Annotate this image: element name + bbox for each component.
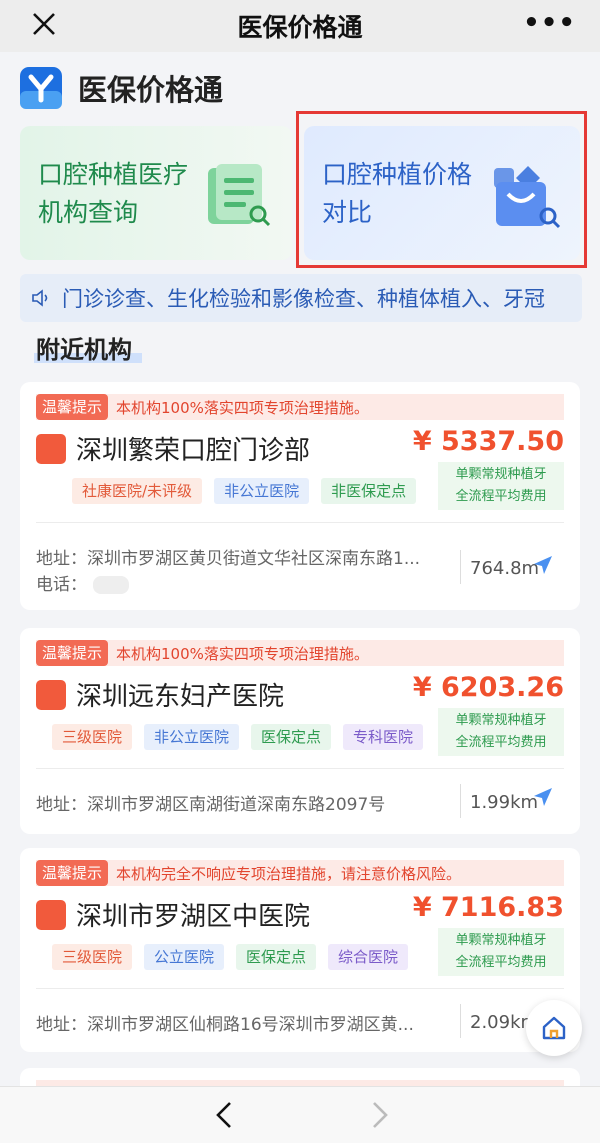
card-label: 口腔种植医疗机构查询 bbox=[38, 160, 189, 227]
building-icon bbox=[36, 434, 66, 464]
top-bar: 医保价格通 ••• bbox=[0, 0, 600, 52]
divider-vertical bbox=[460, 784, 461, 818]
tag: 公立医院 bbox=[144, 944, 225, 970]
phone-label: 电话： bbox=[36, 575, 87, 595]
brand-name: 医保价格通 bbox=[78, 73, 224, 107]
tag: 综合医院 bbox=[328, 944, 409, 970]
price: ¥ 7116.83 bbox=[412, 892, 564, 923]
divider-vertical bbox=[460, 550, 461, 584]
tag: 医保定点 bbox=[236, 944, 317, 970]
tag: 非公立医院 bbox=[144, 724, 240, 750]
home-icon bbox=[542, 1016, 566, 1040]
institution-card[interactable]: 温馨提示 本机构100%落实四项专项治理措施。 深圳远东妇产医院 ¥ 6203.… bbox=[20, 628, 580, 834]
price-note: 单颗常规种植牙 全流程平均费用 bbox=[438, 928, 564, 976]
tip-text: 本机构100%落实四项专项治理措施。 bbox=[116, 398, 369, 417]
tip-badge: 温馨提示 bbox=[36, 640, 109, 666]
section-title-text: 附近机构 bbox=[36, 336, 132, 364]
price-note-line: 全流程平均费用 bbox=[455, 955, 547, 970]
divider bbox=[36, 522, 564, 523]
institution-name: 深圳繁荣口腔门诊部 bbox=[76, 436, 311, 466]
highlight-box bbox=[296, 111, 587, 268]
bottom-nav-bar bbox=[0, 1086, 600, 1143]
tip-text: 本机构完全不响应专项治理措施，请注意价格风险。 bbox=[116, 864, 462, 883]
app-logo-icon bbox=[20, 67, 62, 109]
phone-redacted bbox=[93, 576, 129, 594]
section-title: 附近机构 bbox=[34, 330, 142, 365]
price-note-line: 全流程平均费用 bbox=[455, 489, 547, 504]
navigate-icon[interactable] bbox=[532, 554, 554, 576]
more-menu-icon[interactable]: ••• bbox=[523, 8, 576, 38]
tip-badge: 温馨提示 bbox=[36, 860, 109, 886]
price-note: 单颗常规种植牙 全流程平均费用 bbox=[438, 462, 564, 510]
institution-card[interactable]: 温馨提示 本机构100%落实四项专项治理措施。 深圳繁荣口腔门诊部 ¥ 5337… bbox=[20, 382, 580, 610]
tag-list: 社康医院/未评级 非公立医院 非医保定点 bbox=[72, 478, 428, 504]
tag: 社康医院/未评级 bbox=[72, 478, 203, 504]
close-icon[interactable] bbox=[28, 8, 60, 40]
price: ¥ 5337.50 bbox=[412, 426, 564, 457]
divider bbox=[36, 768, 564, 769]
price-note-line: 全流程平均费用 bbox=[455, 735, 547, 750]
navigate-icon[interactable] bbox=[532, 786, 554, 808]
forward-arrow-icon[interactable] bbox=[364, 1099, 394, 1131]
tag: 三级医院 bbox=[52, 724, 133, 750]
brand-header: 医保价格通 bbox=[20, 64, 223, 112]
institution-name: 深圳远东妇产医院 bbox=[76, 682, 285, 712]
address: 地址：深圳市罗湖区仙桐路16号深圳市罗湖区黄... bbox=[36, 1015, 414, 1035]
tip-bar: 温馨提示 本机构100%落实四项专项治理措施。 bbox=[36, 640, 564, 666]
price-note-line: 单颗常规种植牙 bbox=[455, 713, 547, 728]
price-note: 单颗常规种植牙 全流程平均费用 bbox=[438, 708, 564, 756]
back-arrow-icon[interactable] bbox=[210, 1099, 240, 1131]
price-note-line: 单颗常规种植牙 bbox=[455, 933, 547, 948]
tag: 专科医院 bbox=[343, 724, 424, 750]
tip-bar: 温馨提示 本机构完全不响应专项治理措施，请注意价格风险。 bbox=[36, 860, 564, 886]
phone-row: 电话： bbox=[36, 570, 129, 595]
address: 地址：深圳市罗湖区黄贝街道文华社区深南东路1... bbox=[36, 549, 421, 569]
institution-name: 深圳市罗湖区中医院 bbox=[76, 902, 311, 932]
notice-banner[interactable]: 门诊诊查、生化检验和影像检查、种植体植入、牙冠 bbox=[20, 274, 582, 322]
distance: 764.8m bbox=[470, 558, 540, 579]
tag: 三级医院 bbox=[52, 944, 133, 970]
tag: 医保定点 bbox=[251, 724, 332, 750]
address: 地址：深圳市罗湖区南湖街道深南东路2097号 bbox=[36, 795, 386, 815]
price: ¥ 6203.26 bbox=[412, 672, 564, 703]
tag: 非公立医院 bbox=[214, 478, 310, 504]
tip-bar: 温馨提示 本机构100%落实四项专项治理措施。 bbox=[36, 394, 564, 420]
notice-text: 门诊诊查、生化检验和影像检查、种植体植入、牙冠 bbox=[62, 287, 545, 311]
tag-list: 三级医院 公立医院 医保定点 综合医院 bbox=[52, 944, 420, 970]
tip-badge: 温馨提示 bbox=[36, 394, 109, 420]
building-icon bbox=[36, 900, 66, 930]
home-button[interactable] bbox=[526, 1000, 582, 1056]
price-note-line: 单颗常规种植牙 bbox=[455, 467, 547, 482]
tip-text: 本机构100%落实四项专项治理措施。 bbox=[116, 644, 369, 663]
tag: 非医保定点 bbox=[321, 478, 417, 504]
institution-search-card[interactable]: 口腔种植医疗机构查询 bbox=[20, 126, 292, 260]
tag-list: 三级医院 非公立医院 医保定点 专科医院 bbox=[52, 724, 435, 750]
building-icon bbox=[36, 680, 66, 710]
document-search-icon bbox=[208, 164, 271, 227]
speaker-icon bbox=[32, 289, 48, 307]
divider bbox=[36, 988, 564, 989]
institution-card[interactable]: 温馨提示 本机构完全不响应专项治理措施，请注意价格风险。 深圳市罗湖区中医院 ¥… bbox=[20, 848, 580, 1052]
distance: 1.99km bbox=[470, 792, 539, 813]
divider-vertical bbox=[460, 1004, 461, 1038]
page-title: 医保价格通 bbox=[237, 13, 363, 42]
